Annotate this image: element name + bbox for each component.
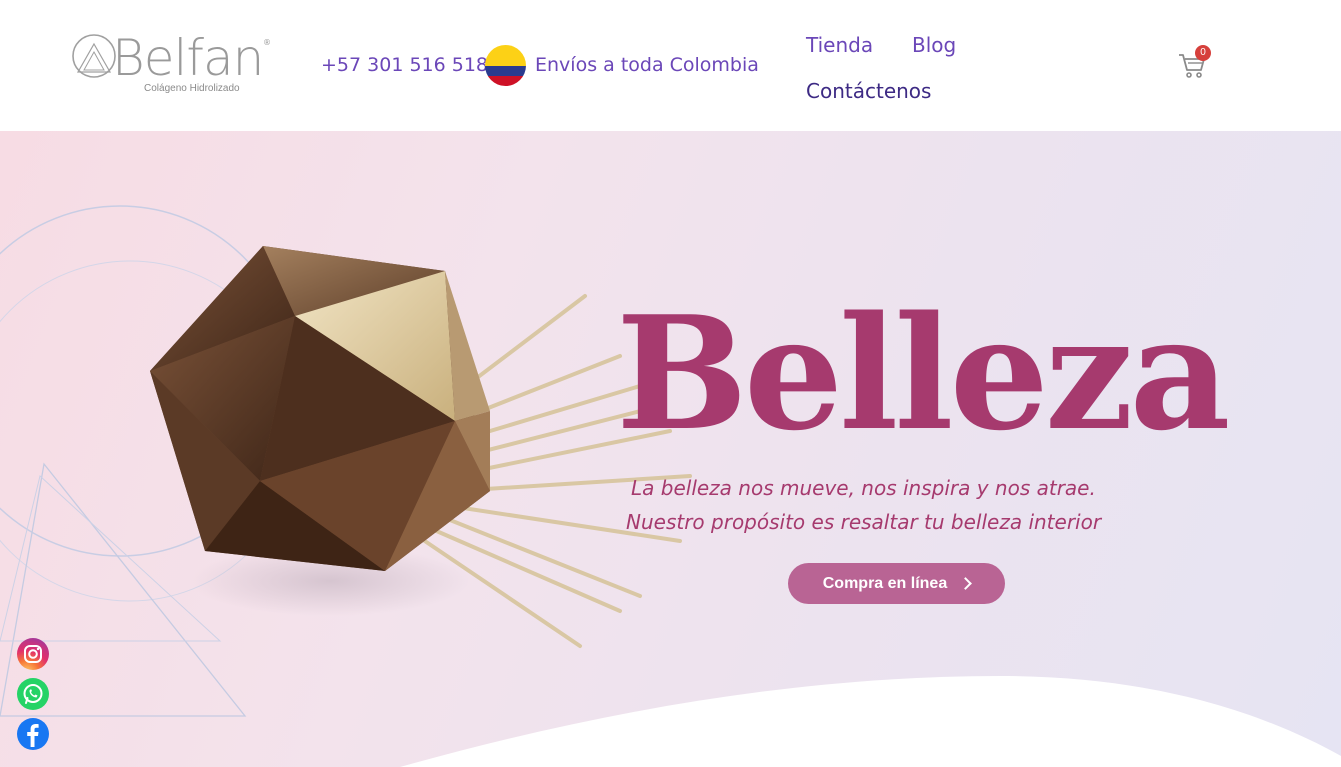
hero-banner: Belleza La belleza nos mueve, nos inspir… bbox=[0, 131, 1341, 767]
hero-tagline-line-1: La belleza nos mueve, nos inspira y nos … bbox=[631, 476, 1096, 500]
brand-tagline: Colágeno Hidrolizado bbox=[144, 83, 240, 94]
phone-number[interactable]: +57 301 516 5187 bbox=[321, 54, 500, 76]
nav-contactenos[interactable]: Contáctenos bbox=[806, 79, 931, 103]
brand-logo[interactable]: Belfan ® Colágeno Hidrolizado bbox=[70, 29, 275, 100]
hero-headline: Belleza bbox=[616, 282, 1231, 465]
instagram-button[interactable] bbox=[17, 638, 49, 670]
nav-tienda[interactable]: Tienda bbox=[806, 33, 873, 57]
colombia-flag-icon bbox=[485, 45, 526, 86]
hero-tagline-line-2: Nuestro propósito es resaltar tu belleza… bbox=[626, 510, 1102, 534]
site-header: Belfan ® Colágeno Hidrolizado +57 301 51… bbox=[0, 0, 1341, 131]
chevron-right-icon bbox=[959, 577, 973, 590]
shop-online-label: Compra en línea bbox=[822, 574, 948, 592]
shipping-notice: Envíos a toda Colombia bbox=[535, 54, 759, 76]
shop-online-button[interactable]: Compra en línea bbox=[788, 563, 1005, 604]
whatsapp-icon bbox=[23, 684, 43, 704]
cart-count-badge: 0 bbox=[1195, 45, 1211, 61]
facebook-button[interactable] bbox=[17, 718, 49, 750]
brand-name: Belfan bbox=[112, 29, 264, 87]
brand-registered: ® bbox=[263, 38, 271, 47]
whatsapp-button[interactable] bbox=[17, 678, 49, 710]
instagram-icon bbox=[24, 645, 42, 663]
logo-mark-icon bbox=[72, 34, 116, 78]
facebook-icon bbox=[27, 724, 39, 747]
nav-blog[interactable]: Blog bbox=[912, 33, 956, 57]
